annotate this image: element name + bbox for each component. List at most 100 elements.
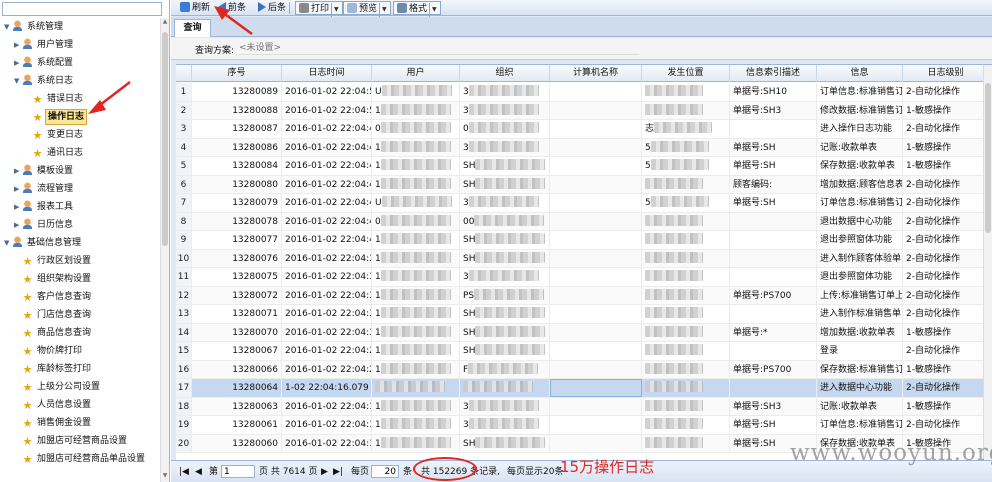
tree-item[interactable]: ★ 错误日志 bbox=[0, 90, 160, 108]
table-cell bbox=[642, 305, 730, 323]
tree-scrollbar[interactable]: ▲ ▼ bbox=[160, 18, 169, 482]
tree-item[interactable]: ▶ 日历信息 bbox=[0, 216, 160, 234]
refresh-button[interactable]: 刷新 bbox=[177, 1, 213, 15]
tree-item[interactable]: ★ 行政区划设置 bbox=[0, 252, 160, 270]
tree-item[interactable]: ▶ 用户管理 bbox=[0, 36, 160, 54]
tree-item[interactable]: ★ 人员信息设置 bbox=[0, 396, 160, 414]
person-icon bbox=[12, 20, 23, 31]
tree-search-input[interactable] bbox=[2, 2, 162, 16]
column-header[interactable]: 日志时间 bbox=[282, 65, 372, 82]
table-row[interactable]: 6 13280080 2016-01-02 22:04:4 1 SH 顾客编码: 增加数据:… bbox=[176, 175, 989, 194]
table-cell: 13280087 bbox=[192, 120, 282, 138]
collapsed-arrow-icon[interactable]: ▶ bbox=[14, 216, 22, 234]
collapsed-arrow-icon[interactable]: ▶ bbox=[14, 162, 22, 180]
tree-item[interactable]: ★ 客户信息查询 bbox=[0, 288, 160, 306]
tree-item[interactable]: ★ 通讯日志 bbox=[0, 144, 160, 162]
tree-scroll-thumb[interactable] bbox=[162, 32, 168, 246]
tree-item[interactable]: ★ 加盟店可经营商品单品设置 bbox=[0, 450, 160, 468]
table-cell: SH bbox=[460, 175, 550, 193]
tree-item[interactable]: ▶ 流程管理 bbox=[0, 180, 160, 198]
column-header[interactable]: 序号 bbox=[192, 65, 282, 82]
collapsed-arrow-icon[interactable]: ▶ bbox=[14, 198, 22, 216]
page-number-input[interactable] bbox=[221, 465, 255, 478]
table-row[interactable]: 9 13280077 2016-01-02 22:04:4 1 SH 退出参照窗体功能 2-… bbox=[176, 231, 989, 250]
expanded-arrow-icon[interactable]: ▼ bbox=[4, 234, 12, 252]
table-row[interactable]: 5 13280084 2016-01-02 22:04:4 1 SH 5 单据号:SH 保存数… bbox=[176, 157, 989, 176]
table-row[interactable]: 17 13280064 1-02 22:04:16.079 进入数据中心功能 2-自动化… bbox=[176, 379, 989, 398]
table-cell: 2016-01-02 22:04:4 bbox=[282, 175, 372, 193]
per-page-input[interactable] bbox=[371, 465, 399, 478]
tree-item[interactable]: ▼ 基础信息管理 bbox=[0, 234, 160, 252]
tree-item[interactable]: ▶ 报表工具 bbox=[0, 198, 160, 216]
table-row[interactable]: 18 13280063 2016-01-02 22:04:1 1 3 单据号:SH3 记账:… bbox=[176, 397, 989, 416]
column-header[interactable]: 发生位置 bbox=[642, 65, 730, 82]
table-cell bbox=[642, 286, 730, 304]
scroll-up-icon[interactable]: ▲ bbox=[161, 18, 169, 28]
expanded-arrow-icon[interactable]: ▼ bbox=[14, 72, 22, 90]
next-button[interactable]: 后条 bbox=[255, 1, 289, 15]
table-cell: 顾客编码: bbox=[730, 175, 817, 193]
column-header[interactable]: 计算机名称 bbox=[550, 65, 642, 82]
chevron-down-icon[interactable]: ▼ bbox=[331, 3, 339, 17]
chevron-down-icon[interactable]: ▼ bbox=[379, 3, 387, 17]
tree-item[interactable]: ▼ 系统管理 bbox=[0, 18, 160, 36]
tree-item[interactable]: ★ 变更日志 bbox=[0, 126, 160, 144]
expanded-arrow-icon[interactable]: ▼ bbox=[4, 18, 12, 36]
tree-item[interactable]: ★ 库龄标签打印 bbox=[0, 360, 160, 378]
cell-text: 2-自动化操作 bbox=[906, 420, 960, 430]
table-scrollbar[interactable] bbox=[983, 65, 992, 460]
next-page-icon[interactable]: ▶ bbox=[321, 466, 328, 478]
table-cell bbox=[730, 268, 817, 286]
redacted-content bbox=[380, 325, 451, 337]
tree-item[interactable]: ★ 物价牌打印 bbox=[0, 342, 160, 360]
table-row[interactable]: 2 13280088 2016-01-02 22:04:5 1 3 单据号:SH3 修改数据… bbox=[176, 101, 989, 120]
tree-item[interactable]: ▼ 系统日志 bbox=[0, 72, 160, 90]
collapsed-arrow-icon[interactable]: ▶ bbox=[14, 36, 22, 54]
tree-item[interactable]: ▶ 系统配置 bbox=[0, 54, 160, 72]
table-row[interactable]: 7 13280079 2016-01-02 22:04:4 U 3 5 单据号:SH 订单信息… bbox=[176, 194, 989, 213]
column-header[interactable]: 信息索引描述 bbox=[730, 65, 817, 82]
column-header[interactable]: 用户 bbox=[372, 65, 460, 82]
tree-item[interactable]: ★ 门店信息查询 bbox=[0, 306, 160, 324]
tree-item[interactable]: ★ 组织架构设置 bbox=[0, 270, 160, 288]
table-cell: 3 bbox=[460, 138, 550, 156]
tree-item[interactable]: ★ 销售佣金设置 bbox=[0, 414, 160, 432]
column-header[interactable]: 组织 bbox=[460, 65, 550, 82]
column-header[interactable]: 日志级别 bbox=[903, 65, 989, 82]
table-row[interactable]: 10 13280076 2016-01-02 22:04:3 1 SH 进入制作顾客体验单… bbox=[176, 249, 989, 268]
tree-item[interactable]: ★ 加盟店可经营商品设置 bbox=[0, 432, 160, 450]
tree-item[interactable]: ★ 上级分公司设置 bbox=[0, 378, 160, 396]
tab-query[interactable]: 查询 bbox=[174, 19, 211, 37]
table-row[interactable]: 11 13280075 2016-01-02 22:04:3 1 3 退出参照窗体功能 2-… bbox=[176, 268, 989, 287]
table-scroll-thumb[interactable] bbox=[985, 83, 991, 233]
preview-button[interactable]: 预览 ▼ bbox=[343, 1, 391, 17]
table-row[interactable]: 19 13280061 2016-01-02 22:04:1 1 3 单据号:SH 订单信息… bbox=[176, 416, 989, 435]
person-icon bbox=[22, 56, 33, 67]
table-row[interactable]: 8 13280078 2016-01-02 22:04:4 0 00 退出数据中心功能 2-… bbox=[176, 212, 989, 231]
scroll-down-icon[interactable]: ▼ bbox=[161, 472, 169, 482]
table-row[interactable]: 4 13280086 2016-01-02 22:04:4 1 3 5 单据号:SH 记账:收… bbox=[176, 138, 989, 157]
table-row[interactable]: 12 13280072 2016-01-02 22:04:3 1 PS 单据号:PS700… bbox=[176, 286, 989, 305]
table-row[interactable]: 13 13280071 2016-01-02 22:04:3 1 SH 进入制作标准销售单… bbox=[176, 305, 989, 324]
table-cell: 退出参照窗体功能 bbox=[817, 268, 903, 286]
prev-page-icon[interactable]: ◀ bbox=[195, 466, 202, 478]
table-row[interactable]: 16 13280066 2016-01-02 22:04:2 1 F 单据号:PS700 保… bbox=[176, 360, 989, 379]
table-row[interactable]: 14 13280070 2016-01-02 22:04:3 1 SH 单据号:* 增加数据… bbox=[176, 323, 989, 342]
redacted-content bbox=[380, 270, 451, 281]
table-cell: 13280061 bbox=[192, 416, 282, 434]
table-row[interactable]: 3 13280087 2016-01-02 22:04:4 0 0 志进入操作日志功能 2-… bbox=[176, 120, 989, 139]
collapsed-arrow-icon[interactable]: ▶ bbox=[14, 180, 22, 198]
tree-item[interactable]: ▶ 模板设置 bbox=[0, 162, 160, 180]
format-button[interactable]: 格式 ▼ bbox=[393, 1, 441, 17]
print-button[interactable]: 打印 ▼ bbox=[295, 1, 343, 17]
tree-item[interactable]: ★ 商品信息查询 bbox=[0, 324, 160, 342]
collapsed-arrow-icon[interactable]: ▶ bbox=[14, 54, 22, 72]
table-row[interactable]: 15 13280067 2016-01-02 22:04:2 1 SH 登录 2-自动化操作 bbox=[176, 342, 989, 361]
first-page-icon[interactable]: |◀ bbox=[179, 466, 189, 478]
column-header[interactable]: 信息 bbox=[817, 65, 903, 82]
tree-item[interactable]: ★ 操作日志 bbox=[0, 108, 160, 126]
query-scheme-input[interactable] bbox=[239, 42, 639, 55]
last-page-icon[interactable]: ▶| bbox=[333, 466, 343, 478]
chevron-down-icon[interactable]: ▼ bbox=[429, 3, 437, 17]
table-row[interactable]: 1 13280089 2016-01-02 22:04:5 U 3 单据号:SH10 订单信… bbox=[176, 83, 989, 102]
